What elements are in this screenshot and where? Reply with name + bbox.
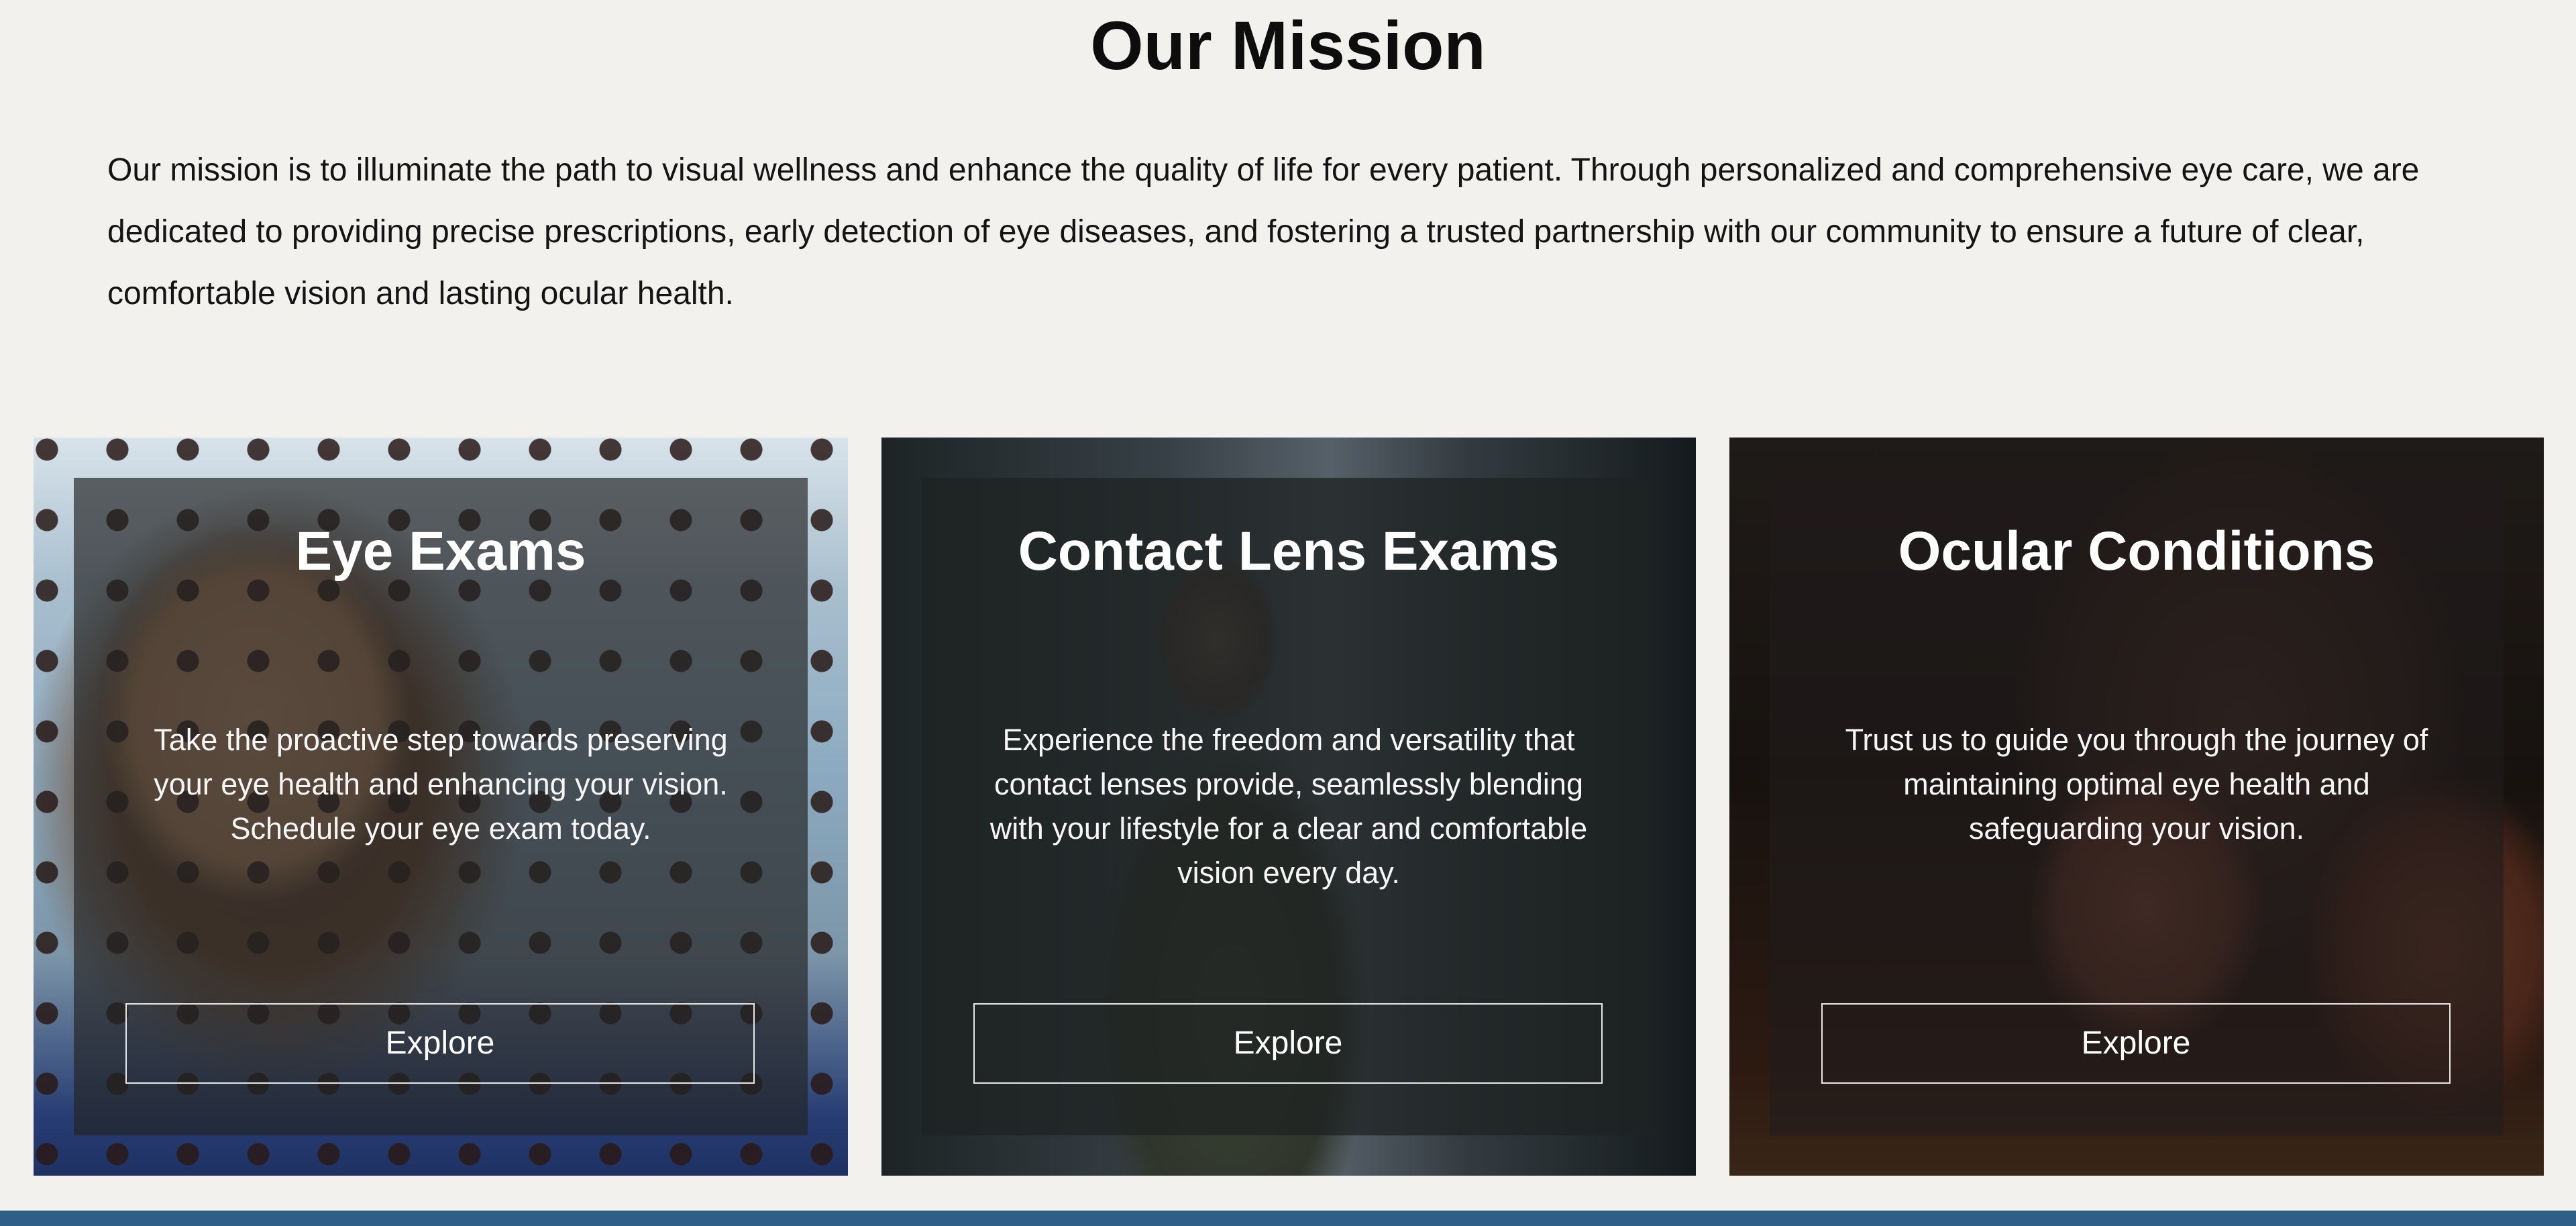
contact-lens-exams-explore-button[interactable]: Explore xyxy=(973,1003,1603,1084)
mission-title: Our Mission xyxy=(1090,7,1486,84)
eye-exams-card: Eye Exams Take the proactive step toward… xyxy=(34,438,848,1176)
eye-exams-title: Eye Exams xyxy=(295,521,586,582)
footer-band xyxy=(0,1211,2576,1226)
contact-lens-exams-card: Contact Lens Exams Experience the freedo… xyxy=(881,438,1696,1176)
ocular-conditions-explore-button[interactable]: Explore xyxy=(1821,1003,2451,1084)
eye-exams-explore-button[interactable]: Explore xyxy=(125,1003,755,1084)
contact-lens-exams-description: Experience the freedom and versatility t… xyxy=(989,723,1588,890)
contact-lens-exams-title: Contact Lens Exams xyxy=(1018,521,1560,582)
mission-section: Our Mission Our mission is to illuminate… xyxy=(0,0,2576,376)
ocular-conditions-description: Trust us to guide you through the journe… xyxy=(1845,723,2428,846)
ocular-conditions-title: Ocular Conditions xyxy=(1898,521,2375,582)
mission-text: Our mission is to illuminate the path to… xyxy=(107,152,2420,311)
service-cards: Eye Exams Take the proactive step toward… xyxy=(34,438,2544,1176)
ocular-conditions-card: Ocular Conditions Trust us to guide you … xyxy=(1729,438,2544,1176)
eye-exams-description: Take the proactive step towards preservi… xyxy=(154,723,728,846)
